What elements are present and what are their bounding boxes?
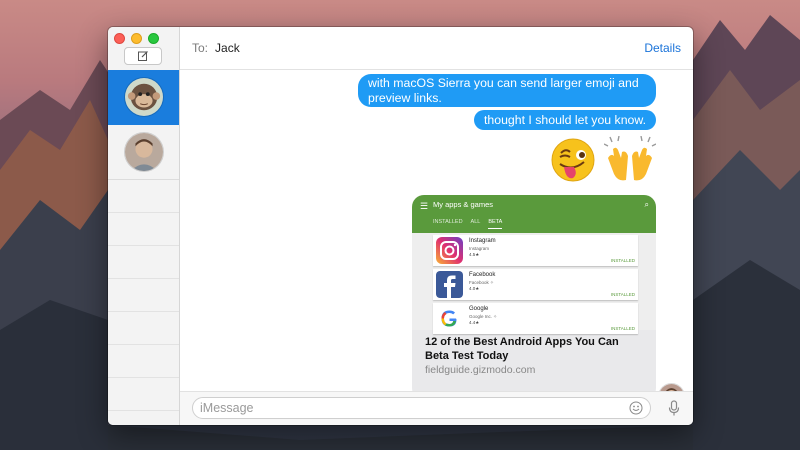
search-icon: ⌕ — [644, 200, 649, 209]
window-controls — [114, 33, 159, 44]
preview-tabs: INSTALLED ALL BETA — [433, 219, 503, 229]
play-store-toolbar: ☰ My apps & games ⌕ INSTALLED ALL BETA — [412, 195, 656, 233]
app-rating: 4.5★ — [469, 252, 480, 257]
monkey-avatar — [123, 77, 164, 117]
person-avatar — [123, 132, 164, 172]
app-name: Facebook — [469, 272, 496, 278]
conversation-jack[interactable] — [108, 70, 179, 125]
conversation-2[interactable] — [108, 125, 179, 180]
empty-row — [108, 345, 179, 378]
app-status: INSTALLED — [610, 292, 635, 297]
link-domain: fieldguide.gizmodo.com — [425, 364, 536, 376]
message-bubble[interactable]: with macOS Sierra you can send larger em… — [358, 74, 656, 107]
message-transcript: with macOS Sierra you can send larger em… — [180, 70, 693, 410]
conversation-header: To: Jack Details — [180, 27, 693, 70]
instagram-icon — [436, 237, 463, 264]
preview-tab: BETA — [488, 219, 503, 229]
emoji-message[interactable] — [550, 136, 656, 184]
google-icon — [436, 305, 463, 332]
empty-row — [108, 279, 179, 312]
facebook-icon — [436, 271, 463, 298]
preview-screen-title: My apps & games — [433, 200, 494, 209]
winking-tongue-face-icon — [551, 138, 595, 182]
app-status: INSTALLED — [610, 326, 635, 331]
app-name: Google — [469, 306, 489, 312]
app-rating: 4.4★ — [469, 320, 480, 325]
to-label: To: — [192, 41, 209, 55]
app-name: Instagram — [469, 238, 496, 244]
microphone-icon[interactable] — [668, 400, 680, 417]
empty-row — [108, 180, 179, 213]
emoji-picker-icon[interactable] — [629, 401, 643, 415]
conversation-list — [108, 70, 179, 411]
compose-icon — [138, 51, 148, 61]
sidebar — [108, 27, 180, 425]
details-button[interactable]: Details — [644, 41, 681, 55]
message-input[interactable]: iMessage — [192, 397, 651, 419]
close-button[interactable] — [114, 33, 125, 44]
link-preview-image: ☰ My apps & games ⌕ INSTALLED ALL BETA I… — [412, 195, 656, 334]
app-entry-instagram: Instagram Instagram 4.5★ INSTALLED — [433, 235, 638, 266]
raised-hands-icon — [604, 136, 656, 181]
app-rating: 4.0★ — [469, 286, 480, 291]
message-bubble[interactable]: thought I should let you know. — [473, 110, 656, 130]
composer-bar: iMessage — [180, 391, 693, 425]
compose-button[interactable] — [124, 47, 162, 65]
app-entry-google: Google Google Inc. ✧ 4.4★ INSTALLED — [433, 303, 638, 334]
preview-tab: ALL — [470, 219, 481, 225]
app-status: INSTALLED — [610, 258, 635, 263]
messages-window: To: Jack Details with macOS Sierra you c… — [108, 27, 693, 425]
link-title: 12 of the Best Android Apps You Can Beta… — [425, 336, 619, 362]
recipient-name[interactable]: Jack — [215, 41, 240, 55]
preview-tab: INSTALLED — [433, 219, 463, 225]
link-preview-card[interactable]: ☰ My apps & games ⌕ INSTALLED ALL BETA I… — [412, 195, 656, 400]
app-developer: Instagram — [469, 246, 490, 251]
empty-row — [108, 378, 179, 411]
menu-icon: ☰ — [420, 201, 429, 211]
zoom-button[interactable] — [148, 33, 159, 44]
empty-row — [108, 246, 179, 279]
empty-row — [108, 213, 179, 246]
minimize-button[interactable] — [131, 33, 142, 44]
app-entry-facebook: Facebook Facebook ✧ 4.0★ INSTALLED — [433, 269, 638, 300]
empty-row — [108, 312, 179, 345]
conversation-pane: To: Jack Details with macOS Sierra you c… — [180, 27, 693, 425]
